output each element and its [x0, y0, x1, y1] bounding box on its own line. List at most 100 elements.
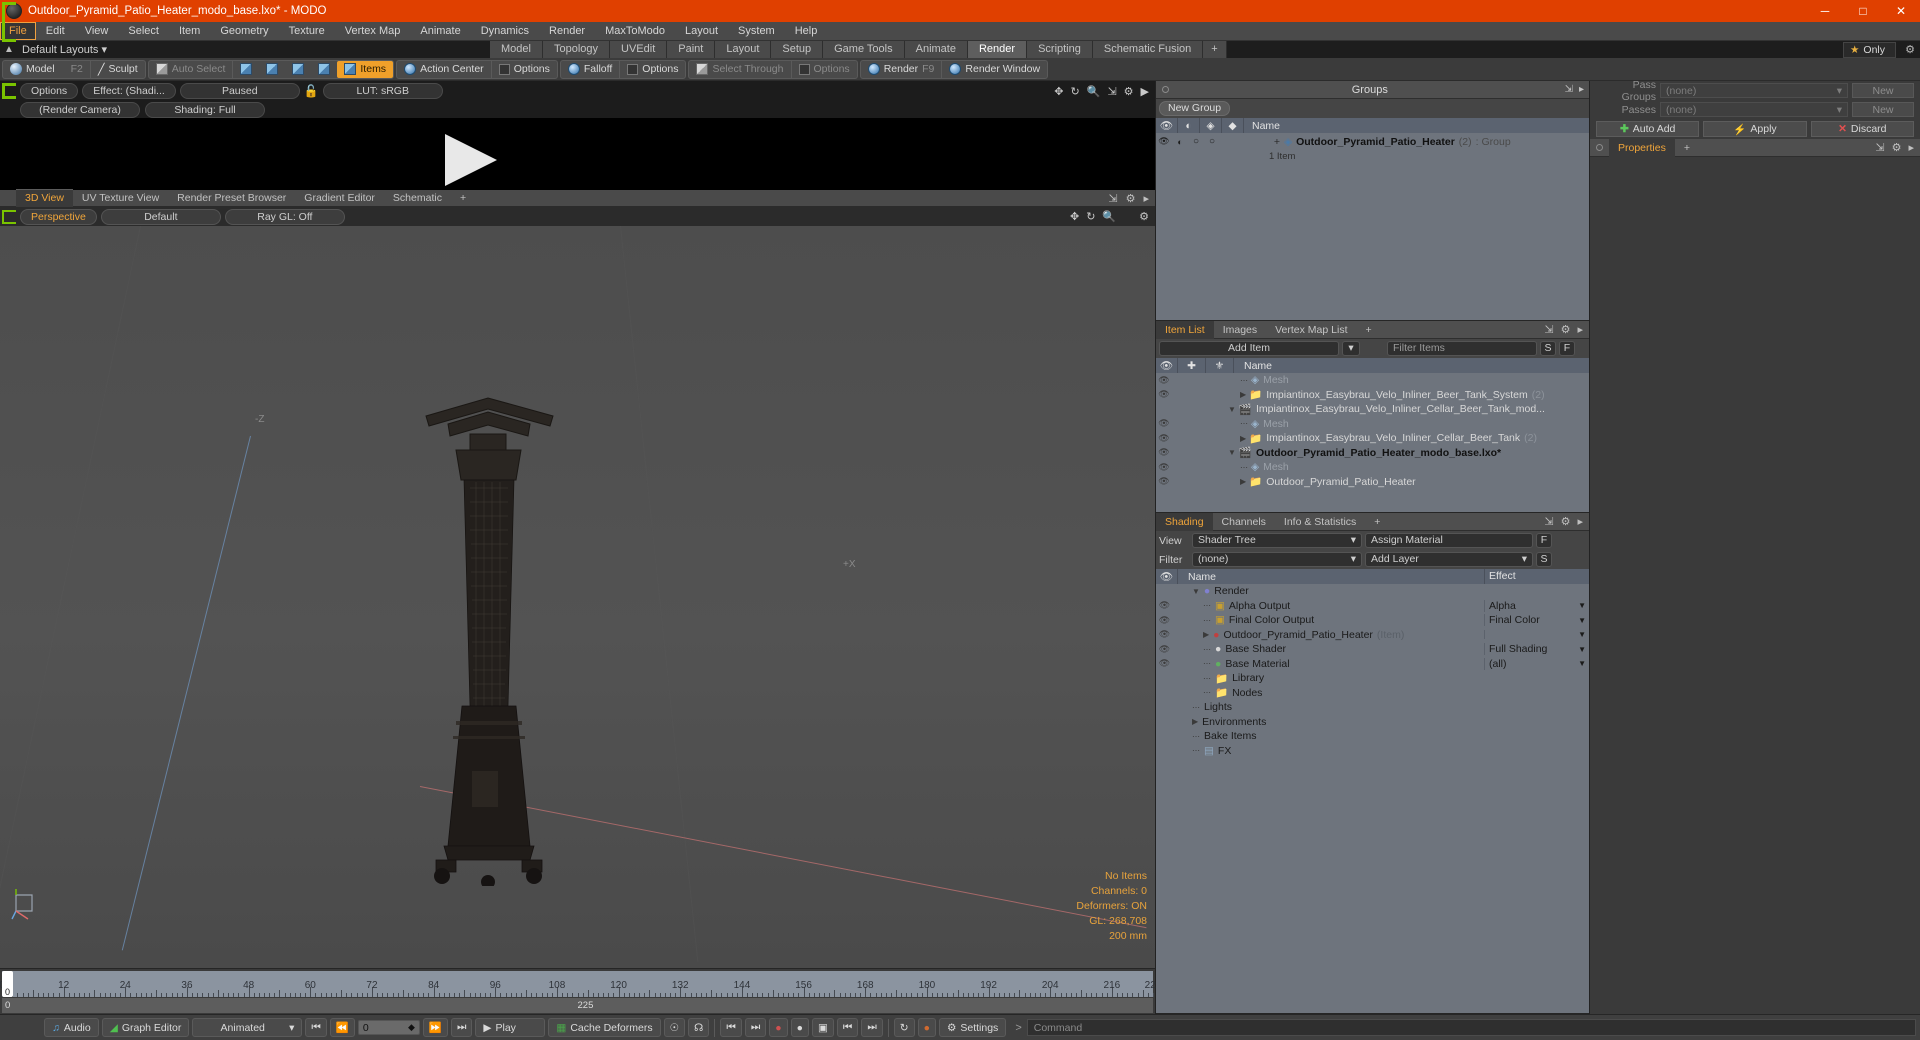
- row-expander-icon[interactable]: ⋯: [1192, 732, 1200, 741]
- row-eye-icon[interactable]: 👁: [1156, 476, 1172, 487]
- row-expander-icon[interactable]: ⋯: [1240, 463, 1248, 472]
- key-last-button[interactable]: ⏭: [861, 1018, 883, 1037]
- render-button[interactable]: Render F9: [861, 61, 942, 78]
- only-button[interactable]: ★ Only: [1842, 41, 1896, 58]
- cache-deformers-button[interactable]: ▦ Cache Deformers: [548, 1018, 661, 1037]
- item-list-row[interactable]: 👁 ⋯ ◈ Mesh: [1156, 460, 1589, 475]
- preview-lut-button[interactable]: LUT: sRGB: [322, 83, 443, 99]
- layout-tab-setup[interactable]: Setup: [771, 41, 824, 58]
- row-expander[interactable]: +: [1220, 136, 1280, 148]
- gear-icon[interactable]: ⚙: [1124, 85, 1134, 98]
- shader-tree-row[interactable]: ⋯ 📁 Library: [1156, 671, 1589, 686]
- item-list-row[interactable]: 👁 ⋯ ◈ Mesh: [1156, 373, 1589, 388]
- fk-toggle-button[interactable]: ☊: [688, 1018, 710, 1037]
- timeline-range-bar[interactable]: 0 225: [2, 998, 1153, 1013]
- menu-render[interactable]: Render: [539, 22, 595, 41]
- menu-help[interactable]: Help: [785, 22, 828, 41]
- sculpt-mode-button[interactable]: ╱ Sculpt: [89, 60, 145, 78]
- layout-tab-animate[interactable]: Animate: [904, 41, 968, 58]
- shader-tree-row[interactable]: ⋯ Lights: [1156, 700, 1589, 715]
- pass-groups-new-button[interactable]: New: [1852, 83, 1914, 98]
- row-eye-icon[interactable]: 👁: [1156, 462, 1172, 473]
- close-button[interactable]: ✕: [1882, 0, 1920, 22]
- shader-tree-select[interactable]: Shader Tree ▾: [1192, 533, 1362, 548]
- material-mode-button[interactable]: [311, 61, 337, 78]
- row-expander-icon[interactable]: ⋯: [1240, 376, 1248, 385]
- row-expander-icon[interactable]: ⋯: [1203, 688, 1211, 697]
- layout-tab-schematic-fusion[interactable]: Schematic Fusion: [1092, 41, 1204, 58]
- go-to-end-button[interactable]: ⏭: [450, 1018, 473, 1037]
- pass-groups-select[interactable]: (none) ▾: [1660, 83, 1848, 98]
- shader-tree-row[interactable]: ⋯ 📁 Nodes: [1156, 686, 1589, 701]
- shading-f-button[interactable]: F: [1536, 533, 1552, 548]
- command-input[interactable]: Command: [1026, 1019, 1916, 1036]
- gear-icon[interactable]: ⚙: [1900, 43, 1920, 56]
- items-mode-button[interactable]: Items: [337, 60, 394, 78]
- new-group-button[interactable]: New Group: [1159, 101, 1231, 116]
- fit-icon[interactable]: ⇲: [1107, 85, 1116, 98]
- expand-icon[interactable]: ⇲: [1565, 84, 1573, 95]
- panel-dot-icon[interactable]: [1596, 144, 1603, 151]
- row-render-icon[interactable]: ◐: [1172, 137, 1188, 147]
- viewport-shading-button[interactable]: Default: [100, 208, 221, 225]
- play-icon[interactable]: ▶: [1141, 85, 1149, 98]
- step-back-button[interactable]: ⏪: [329, 1018, 355, 1037]
- move-icon[interactable]: ✥: [1054, 85, 1063, 98]
- menu-texture[interactable]: Texture: [279, 22, 335, 41]
- patio-heater-model[interactable]: [418, 376, 563, 886]
- row-shaded-toggle[interactable]: ○: [1188, 136, 1204, 147]
- step-forward-button[interactable]: ⏩: [422, 1018, 448, 1037]
- minimize-button[interactable]: ─: [1806, 0, 1844, 22]
- zoom-icon[interactable]: 🔍: [1102, 210, 1116, 223]
- rotate-icon[interactable]: ↻: [1086, 210, 1095, 223]
- preview-effect-button[interactable]: Effect: (Shadi...: [82, 83, 176, 99]
- layout-tab-+[interactable]: +: [1203, 41, 1227, 58]
- loop-button[interactable]: ↻: [893, 1018, 915, 1037]
- shader-effect-cell[interactable]: Full Shading ▼: [1484, 643, 1589, 656]
- tab-item-list[interactable]: Item List: [1156, 320, 1214, 339]
- row-eye-icon[interactable]: 👁: [1156, 629, 1173, 640]
- expand-icon[interactable]: ⇲: [1544, 323, 1553, 336]
- shader-tree-row[interactable]: 👁 ⋯ ● Base Material (all) ▼: [1156, 657, 1589, 672]
- shader-tree-row[interactable]: 👁 ▶ ● Outdoor_Pyramid_Patio_Heater (Item) ▼: [1156, 628, 1589, 643]
- viewport-tab-uv-texture-view[interactable]: UV Texture View: [73, 190, 168, 207]
- viewport-raygl-button[interactable]: Ray GL: Off: [224, 208, 345, 225]
- col-render-icon[interactable]: ◐: [1178, 118, 1200, 133]
- layout-tab-uvedit[interactable]: UVEdit: [610, 41, 668, 58]
- filter-s-button[interactable]: S: [1540, 341, 1556, 356]
- menu-animate[interactable]: Animate: [410, 22, 470, 41]
- item-list-row[interactable]: 👁 ▶ 📁 Outdoor_Pyramid_Patio_Heater: [1156, 475, 1589, 490]
- viewport-3d-canvas[interactable]: -Z +X No Items Channels: 0 Deformers: ON…: [0, 226, 1155, 968]
- settings-button[interactable]: ⚙ Settings: [938, 1018, 1007, 1037]
- row-eye-icon[interactable]: 👁: [1156, 389, 1172, 400]
- tab-images[interactable]: Images: [1214, 321, 1266, 339]
- row-eye-icon[interactable]: 👁: [1156, 418, 1172, 429]
- shading-filter-select[interactable]: (none) ▾: [1192, 552, 1362, 567]
- groups-list-body[interactable]: 👁 ◐ ○ ○ + ◈ Outdoor_Pyramid_Patio_Heater (2): G…: [1156, 133, 1589, 320]
- current-frame-input[interactable]: 0 ◆: [357, 1020, 420, 1035]
- add-layer-select[interactable]: Add Layer ▾: [1365, 552, 1533, 567]
- expand-icon[interactable]: ⇲: [1875, 141, 1884, 154]
- render-camera-button[interactable]: (Render Camera): [20, 101, 140, 118]
- expand-icon[interactable]: ⇲: [1108, 192, 1117, 205]
- col-wire-icon[interactable]: ◆: [1222, 118, 1244, 133]
- tab-shading[interactable]: Shading: [1156, 512, 1213, 531]
- key-first-button[interactable]: ⏮: [836, 1018, 859, 1037]
- model-mode-button[interactable]: Model F2: [3, 61, 90, 78]
- gear-icon[interactable]: ⚙: [1892, 141, 1902, 154]
- tab-info-statistics[interactable]: Info & Statistics: [1275, 513, 1365, 531]
- select-through-button[interactable]: Select Through: [689, 61, 790, 78]
- shader-tree-row[interactable]: 👁 ⋯ ● Base Shader Full Shading ▼: [1156, 642, 1589, 657]
- add-item-dropdown[interactable]: ▾: [1342, 341, 1360, 356]
- viewport-tab-3d-view[interactable]: 3D View: [16, 189, 73, 207]
- action-center-options-button[interactable]: Options: [490, 60, 557, 78]
- layout-tab-layout[interactable]: Layout: [715, 41, 772, 58]
- item-list-row[interactable]: ▼ 🎬 Impiantinox_Easybrau_Velo_Inliner_Cell…: [1156, 402, 1589, 417]
- row-eye-icon[interactable]: 👁: [1156, 644, 1173, 655]
- row-eye-icon[interactable]: 👁: [1156, 136, 1172, 147]
- shader-tree-row[interactable]: ⋯ Bake Items: [1156, 729, 1589, 744]
- row-expander-icon[interactable]: ⋯: [1203, 674, 1211, 683]
- row-expander-icon[interactable]: ⋯: [1203, 616, 1211, 625]
- render-preview-canvas[interactable]: [0, 118, 1155, 190]
- row-expander-icon[interactable]: ⋯: [1192, 703, 1200, 712]
